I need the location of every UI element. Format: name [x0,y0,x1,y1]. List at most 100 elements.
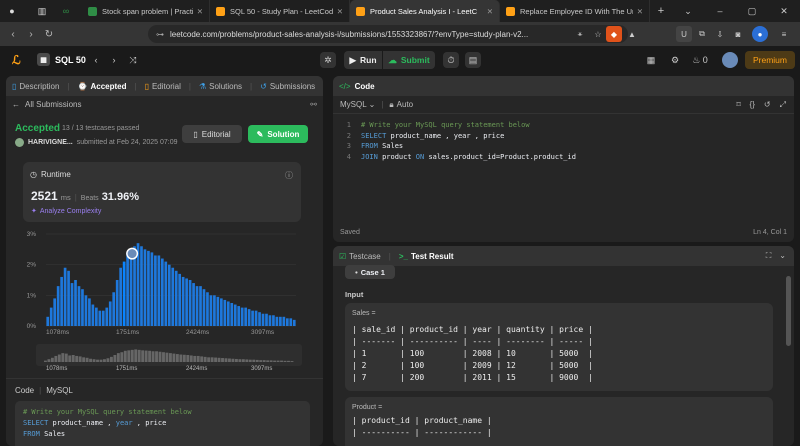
minimize-icon[interactable]: – [704,6,736,17]
histogram-bar [240,307,244,326]
submitted-code-block[interactable]: # Write your MySQL query statement below… [15,401,310,446]
language-select[interactable]: MySQL ⌄ [340,100,375,109]
username[interactable]: HARIVIGNE... [28,139,73,146]
solution-button[interactable]: ✎ Solution [248,125,308,143]
url-text: leetcode.com/problems/product-sales-anal… [170,29,529,39]
user-avatar[interactable] [15,138,24,147]
close-tab-icon[interactable]: ✕ [193,7,203,16]
forward-icon[interactable]: › [22,29,40,40]
mini-bar [217,357,221,362]
tab-title: Replace Employee ID With The Uni [520,6,633,16]
mini-bar [120,352,124,362]
browser-tab[interactable]: SQL 50 - Study Plan - LeetCode ✕ [210,0,350,22]
site-info-icon[interactable]: ⊶ [156,30,164,39]
next-problem-icon[interactable]: › [108,52,120,68]
leetcode-logo-icon[interactable]: ℒ [12,53,26,67]
translate-icon[interactable]: ⚹ [572,26,588,42]
format-icon[interactable]: {} [750,100,755,110]
fire-icon: ♨ [692,54,701,65]
downloads-icon[interactable]: ⇩ [712,26,728,42]
histogram-bar [88,298,91,326]
histogram-bar [53,298,57,326]
tab-solutions[interactable]: ⚗ Solutions [199,82,242,91]
maximize-icon[interactable]: ▢ [736,6,768,17]
github-icon[interactable]: ● [4,3,20,19]
tab-editorial[interactable]: ▯ Editorial [145,82,181,91]
bookmark-star-icon[interactable]: ☆ [590,26,606,42]
avatar[interactable] [722,52,738,68]
code-editor[interactable]: 1 # Write your MySQL query statement belo… [333,120,794,162]
runtime-card[interactable]: ◷ Runtime ⓘ 2521 ms | Beats 31.96% ✦ Analy… [23,162,301,222]
collapse-panel-icon[interactable]: ⌄ [779,251,786,261]
study-plan-chip[interactable]: ▦ SQL 50 [37,53,86,66]
tab-favicon [88,6,97,16]
app-icon-2[interactable]: ∞ [58,3,74,19]
y-tick-label: 0% [27,323,37,330]
extensions-icon[interactable]: ⧉ [694,26,710,42]
chevron-down-icon[interactable]: ⌄ [672,6,704,17]
all-submissions-link[interactable]: ← All Submissions [12,100,81,109]
case-1-tab[interactable]: • Case 1 [345,265,395,279]
coins-counter[interactable]: ♨ 0 [688,52,712,68]
mini-bar [273,360,277,362]
histogram-bar [143,249,147,326]
notes-icon[interactable]: ▤ [465,52,481,68]
back-icon[interactable]: ‹ [4,29,22,40]
info-icon[interactable]: ⓘ [285,170,293,181]
settings-icon[interactable]: ⚙ [668,52,682,68]
maximize-panel-icon[interactable]: ⛶ [766,251,772,261]
editor-line[interactable]: 1 # Write your MySQL query statement belo… [333,120,794,131]
premium-button[interactable]: Premium [745,51,795,69]
browser-tab[interactable]: Stock span problem | Practice | Gee✕ [82,0,210,22]
play-icon: ▶ [349,54,356,65]
close-tab-icon[interactable]: ✕ [483,7,493,16]
editor-line[interactable]: 4 JOIN product ON sales.product_id=Produc… [333,152,794,163]
extension-badge[interactable]: U [676,26,692,42]
analyze-complexity-link[interactable]: ✦ Analyze Complexity [31,207,101,216]
tab-testcase[interactable]: ☑ Testcase [339,252,381,261]
expand-icon[interactable]: ⤢ [780,100,786,110]
layout-icon[interactable]: ▦ [644,52,658,68]
shuffle-icon[interactable]: ⤨ [126,52,140,68]
profile-icon[interactable]: ● [752,26,768,42]
tab-label: Submissions [269,81,316,91]
debug-icon[interactable]: ✲ [320,52,336,68]
new-tab-button[interactable]: + [650,5,672,17]
reload-icon[interactable]: ↻ [40,29,58,40]
share-link-icon[interactable]: ⚯ [310,100,317,109]
product-label: Product = [352,404,383,411]
menu-icon[interactable]: ≡ [776,26,792,42]
editor-line[interactable]: 2 SELECT product_name , year , price [333,131,794,142]
editorial-button[interactable]: ▯ Editorial [182,125,242,143]
close-tab-icon[interactable]: ✕ [333,7,343,16]
rewards-icon[interactable]: ▲ [624,26,640,42]
run-button[interactable]: ▶ Run [344,51,382,69]
mini-bar [47,359,51,362]
tab-test-result[interactable]: >_ Test Result [399,252,454,261]
tab-submissions[interactable]: ↺ Submissions [260,82,315,91]
left-panel-tabs: ▯ Description | ⌚ Accepted | ▯ Editorial | ⚗ Solut… [6,76,323,96]
code-panel-title: Code [354,81,375,91]
mini-bar [248,359,252,362]
browser-tab[interactable]: Replace Employee ID With The Uni ✕ [500,0,650,22]
tab-accepted[interactable]: ⌚ Accepted [78,82,127,91]
mini-bar [290,361,294,362]
close-tab-icon[interactable]: ✕ [633,7,643,16]
app-icon[interactable]: ▥ [34,3,50,19]
browser-tab[interactable]: Product Sales Analysis I - LeetC ✕ [350,0,500,22]
brave-shield-icon[interactable]: ◆ [606,26,622,42]
result-scrollbar[interactable] [786,276,791,346]
runtime-range-slider[interactable]: 1078ms 1751ms 2424ms 3097ms [6,342,323,372]
product-input-block[interactable]: Product = | product_id | product_name | … [345,397,773,446]
timer-icon[interactable]: ⏱ [443,52,459,68]
prev-problem-icon[interactable]: ‹ [90,52,102,68]
editor-line[interactable]: 3 FROM Sales [333,141,794,152]
bookmark-icon[interactable]: ⌑ [736,100,740,110]
tab-description[interactable]: ▯ Description [12,82,59,91]
submit-button[interactable]: ☁ Submit [383,51,435,69]
url-field[interactable]: ⊶ leetcode.com/problems/product-sales-an… [148,25,628,43]
reset-icon[interactable]: ↺ [764,100,771,110]
sales-input-block[interactable]: Sales = | sale_id | product_id | year | … [345,303,773,391]
close-window-icon[interactable]: ✕ [768,6,800,17]
wallet-icon[interactable]: ◙ [730,26,746,42]
